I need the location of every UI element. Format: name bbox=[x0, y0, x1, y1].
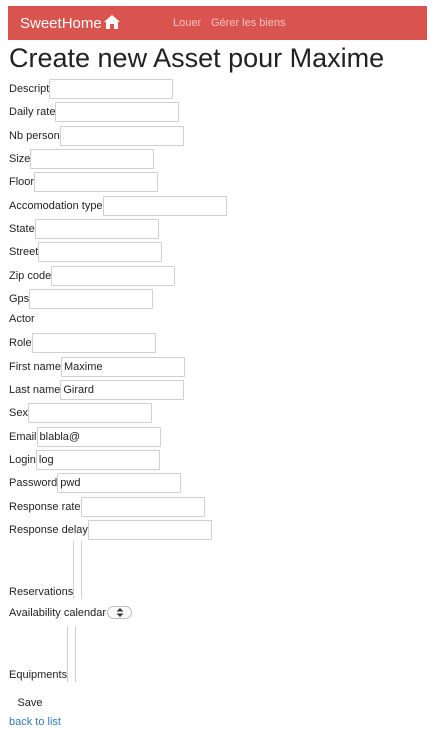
state-row: State bbox=[9, 219, 159, 239]
response-delay-label: Response delay bbox=[9, 524, 88, 536]
descript-input[interactable] bbox=[49, 79, 174, 99]
floor-label: Floor bbox=[9, 176, 35, 188]
gps-label: Gps bbox=[9, 293, 30, 305]
select-arrows-icon bbox=[116, 608, 124, 617]
nav-link-louer[interactable]: Louer bbox=[173, 17, 201, 29]
response-delay-input[interactable] bbox=[87, 520, 212, 540]
descript-label: Descript bbox=[9, 83, 50, 95]
response-rate-label: Response rate bbox=[9, 501, 81, 513]
state-label: State bbox=[9, 223, 35, 235]
role-input[interactable] bbox=[31, 333, 156, 353]
save-button[interactable]: Save bbox=[9, 694, 51, 712]
equipments-label: Equipments bbox=[9, 669, 68, 681]
state-input[interactable] bbox=[34, 219, 159, 239]
brand-link[interactable]: SweetHome bbox=[20, 15, 102, 32]
first-name-row: First name bbox=[9, 357, 185, 377]
size-label: Size bbox=[9, 153, 31, 165]
last-name-input[interactable] bbox=[60, 380, 185, 400]
equipments-list[interactable] bbox=[67, 626, 77, 682]
navbar: SweetHome Louer Gérer les biens bbox=[8, 6, 427, 40]
nb-person-row: Nb person bbox=[9, 126, 184, 146]
daily-rate-label: Daily rate bbox=[9, 106, 56, 118]
response-rate-input[interactable] bbox=[80, 497, 205, 517]
availability-calendar-label: Availability calendar bbox=[9, 606, 107, 619]
password-input[interactable] bbox=[57, 473, 182, 493]
sex-row: Sex bbox=[9, 403, 152, 423]
response-delay-row: Response delay bbox=[9, 520, 212, 540]
actor-row: Actor bbox=[9, 313, 35, 325]
nb-person-input[interactable] bbox=[59, 126, 184, 146]
size-row: Size bbox=[9, 149, 155, 169]
gps-input[interactable] bbox=[29, 289, 154, 309]
password-label: Password bbox=[9, 477, 58, 489]
descript-row: Descript bbox=[9, 79, 174, 99]
login-row: Login bbox=[9, 450, 160, 470]
zip-code-label: Zip code bbox=[9, 270, 52, 282]
page-title: Create new Asset pour Maxime bbox=[9, 43, 385, 73]
back-to-list-link[interactable]: back to list bbox=[9, 716, 61, 728]
equipments-row: Equipments bbox=[9, 626, 77, 682]
size-input[interactable] bbox=[30, 149, 155, 169]
email-label: Email bbox=[9, 431, 37, 443]
email-input[interactable] bbox=[36, 427, 161, 447]
street-row: Street bbox=[9, 242, 163, 262]
nb-person-label: Nb person bbox=[9, 130, 60, 142]
first-name-label: First name bbox=[9, 361, 61, 373]
availability-calendar-select[interactable] bbox=[107, 606, 133, 619]
login-label: Login bbox=[9, 454, 36, 466]
last-name-label: Last name bbox=[9, 384, 61, 396]
gps-row: Gps bbox=[9, 289, 154, 309]
home-icon[interactable] bbox=[103, 14, 121, 30]
last-name-row: Last name bbox=[9, 380, 185, 400]
nav-link-gerer-biens[interactable]: Gérer les biens bbox=[211, 17, 286, 29]
accomodation-type-label: Accomodation type bbox=[9, 200, 103, 212]
zip-code-input[interactable] bbox=[51, 266, 176, 286]
street-label: Street bbox=[9, 246, 39, 258]
accomodation-type-input[interactable] bbox=[102, 196, 227, 216]
role-row: Role bbox=[9, 333, 156, 353]
password-row: Password bbox=[9, 473, 182, 493]
response-rate-row: Response rate bbox=[9, 497, 205, 517]
sex-label: Sex bbox=[9, 407, 28, 419]
street-input[interactable] bbox=[38, 242, 163, 262]
sex-input[interactable] bbox=[27, 403, 152, 423]
actor-label: Actor bbox=[9, 313, 35, 325]
login-input[interactable] bbox=[35, 450, 160, 470]
daily-rate-input[interactable] bbox=[55, 102, 180, 122]
email-row: Email bbox=[9, 427, 161, 447]
zip-code-row: Zip code bbox=[9, 266, 176, 286]
floor-row: Floor bbox=[9, 172, 159, 192]
reservations-list[interactable] bbox=[73, 541, 83, 599]
reservations-label: Reservations bbox=[9, 586, 74, 598]
first-name-input[interactable] bbox=[60, 357, 185, 377]
floor-input[interactable] bbox=[34, 172, 159, 192]
role-label: Role bbox=[9, 337, 32, 349]
accomodation-type-row: Accomodation type bbox=[9, 196, 227, 216]
daily-rate-row: Daily rate bbox=[9, 102, 180, 122]
reservations-row: Reservations bbox=[9, 541, 83, 599]
availability-calendar-row: Availability calendar bbox=[9, 606, 133, 619]
